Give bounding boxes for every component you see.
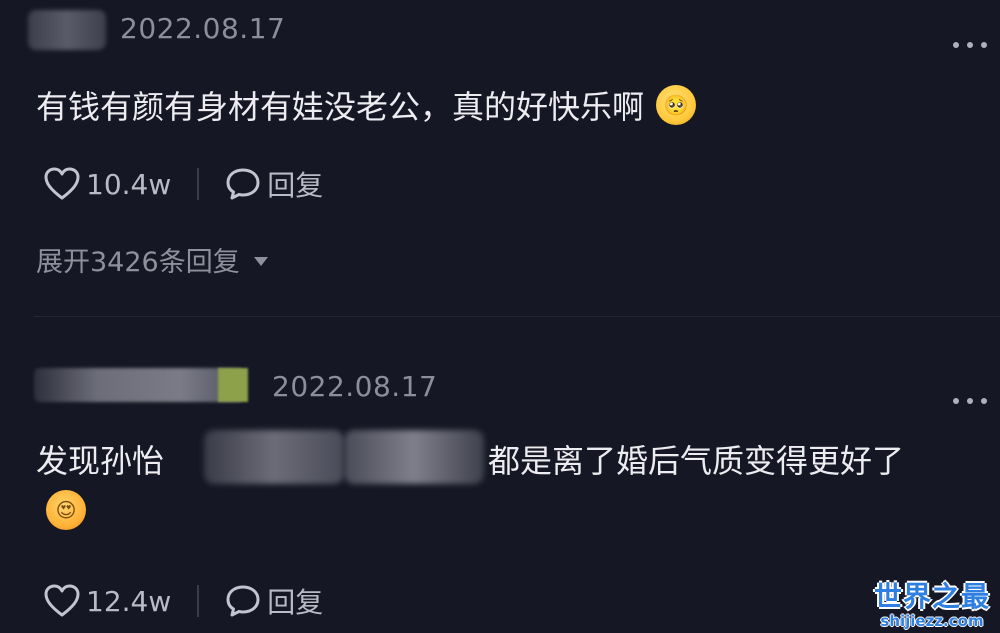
comment-actions: 12.4w 回复 (44, 581, 323, 621)
reply-button[interactable]: 回复 (225, 581, 323, 621)
reply-label: 回复 (267, 169, 324, 202)
action-divider (197, 585, 200, 617)
comment-text-prefix: 发现孙怡 (36, 442, 165, 480)
blurred-username (28, 10, 106, 50)
comment-text: 有钱有颜有身材有娃没老公，真的好快乐啊 (36, 88, 645, 126)
more-options-icon[interactable] (953, 398, 987, 406)
like-button[interactable]: 10.4w (44, 167, 171, 201)
caret-down-icon (253, 257, 268, 266)
heart-eyes-face-icon: 😍 (46, 490, 86, 530)
heart-icon (44, 167, 80, 200)
more-options-icon[interactable] (953, 42, 987, 50)
comment-actions: 10.4w 回复 (44, 164, 323, 204)
like-count: 12.4w (86, 584, 172, 618)
pleading-face-icon: 🥺 (656, 85, 697, 125)
blurred-username (34, 368, 244, 402)
action-divider (197, 168, 200, 200)
heart-icon (44, 584, 80, 617)
blurred-text (204, 430, 344, 484)
comment-text-suffix: 都是离了婚后气质变得更好了 (488, 442, 905, 480)
reply-label: 回复 (267, 586, 324, 619)
comment-date: 2022.08.17 (120, 12, 286, 45)
like-count: 10.4w (86, 167, 172, 201)
expand-replies-label: 展开3426条回复 (36, 247, 240, 278)
like-button[interactable]: 12.4w (44, 584, 171, 618)
comment-body: 有钱有颜有身材有娃没老公，真的好快乐啊 🥺 (36, 82, 697, 128)
comment-date: 2022.08.17 (272, 370, 438, 403)
watermark-title: 世界之最 (873, 580, 990, 613)
watermark-url: shijiezz.com (880, 612, 984, 630)
reply-button[interactable]: 回复 (225, 164, 323, 204)
watermark: 世界之最 shijiezz.com (873, 580, 990, 630)
comment-bubble-icon (226, 168, 260, 200)
blurred-username-badge (218, 368, 248, 402)
comment-bubble-icon (226, 585, 260, 617)
comment-divider (34, 316, 1000, 317)
blurred-text (344, 430, 484, 484)
expand-replies-button[interactable]: 展开3426条回复 (36, 240, 268, 279)
